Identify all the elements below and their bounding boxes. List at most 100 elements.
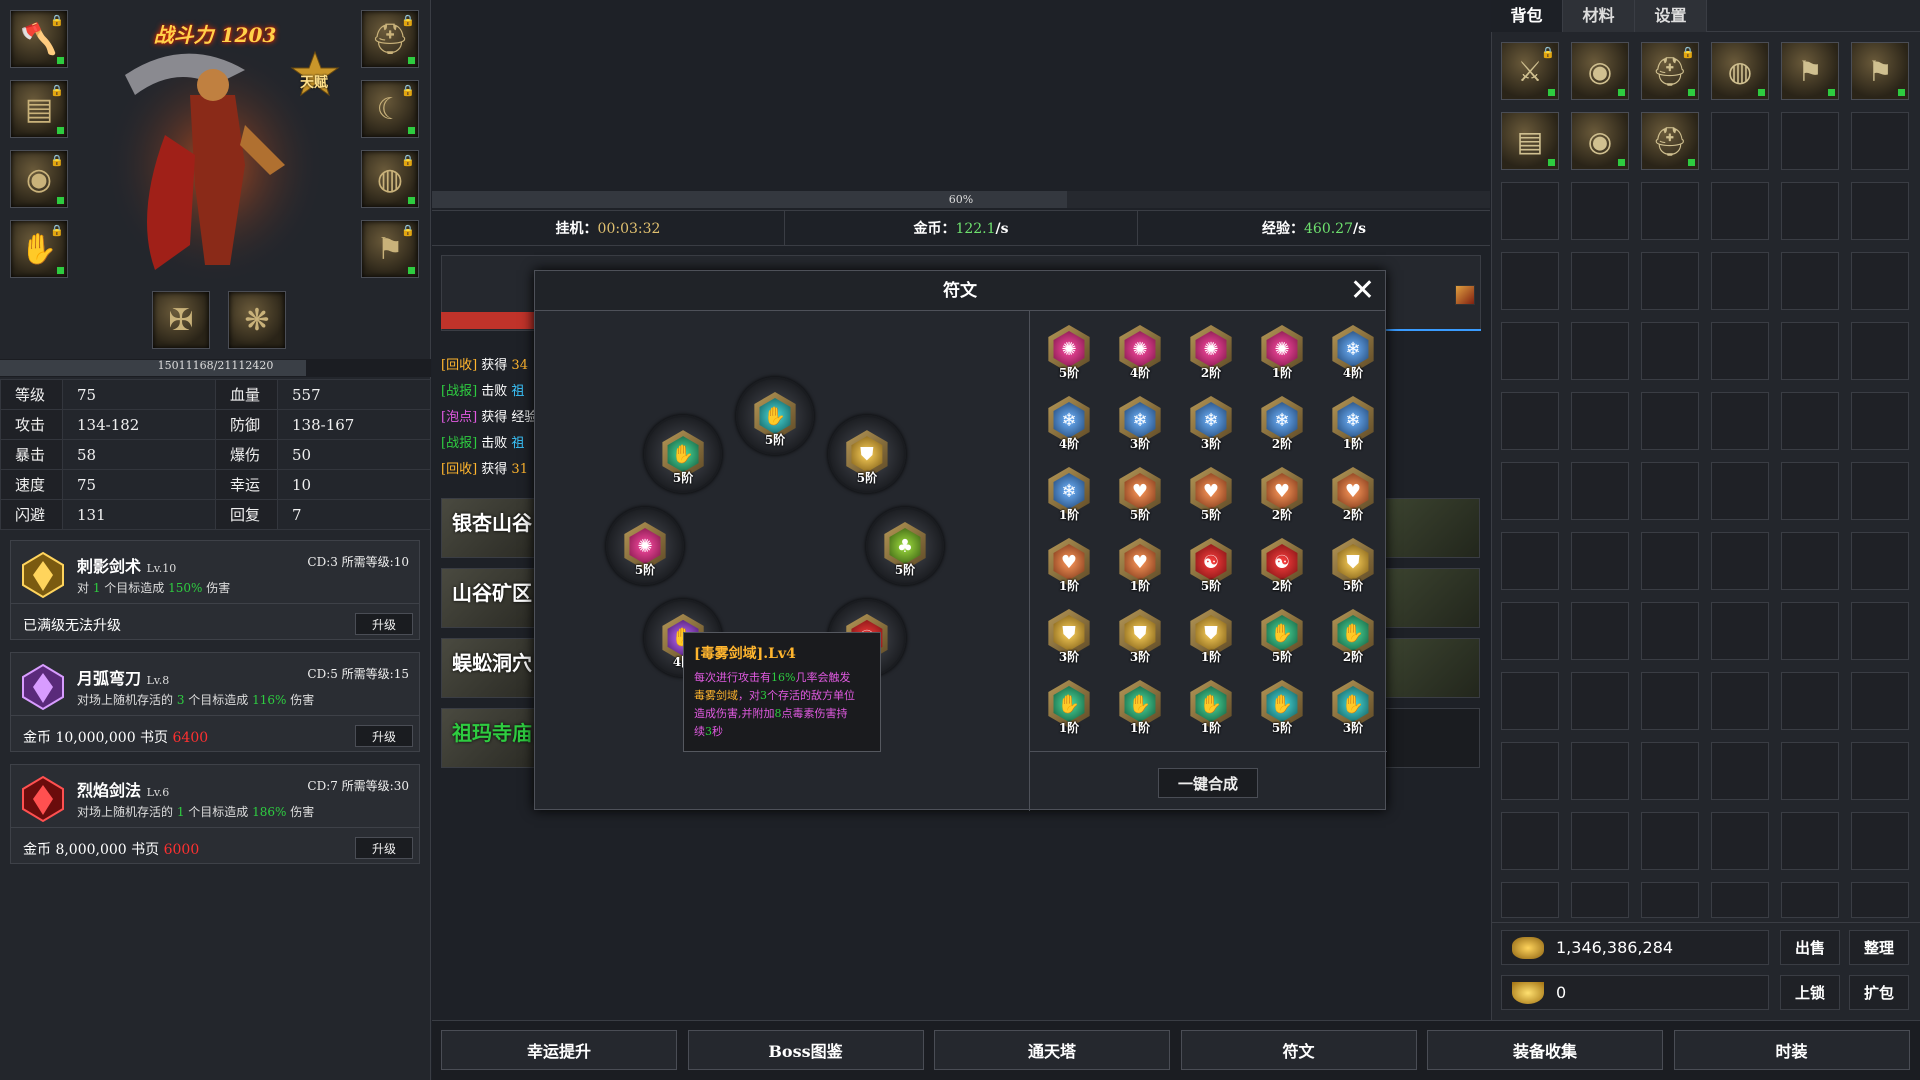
bag-slot[interactable]: [1781, 182, 1839, 240]
bag-slot[interactable]: ⚑: [1851, 42, 1909, 100]
bag-slot[interactable]: [1851, 812, 1909, 870]
bag-slot[interactable]: [1641, 322, 1699, 380]
bag-slot[interactable]: [1711, 112, 1769, 170]
lock-button[interactable]: 上锁: [1780, 975, 1840, 1010]
bag-slot[interactable]: [1571, 812, 1629, 870]
rune-item[interactable]: ☯5阶: [1185, 536, 1237, 593]
bag-slot[interactable]: [1711, 182, 1769, 240]
bag-slot[interactable]: [1781, 672, 1839, 730]
bag-slot[interactable]: [1571, 882, 1629, 918]
rune-item[interactable]: ✋5阶: [657, 428, 709, 485]
bag-tab[interactable]: 设置: [1635, 0, 1707, 32]
bag-slot[interactable]: [1711, 462, 1769, 520]
equipment-slot[interactable]: ❋: [228, 291, 286, 349]
bag-slot[interactable]: [1641, 672, 1699, 730]
bag-slot[interactable]: [1501, 252, 1559, 310]
rune-item[interactable]: ✋ 1阶: [1185, 678, 1237, 735]
bag-slot[interactable]: [1641, 392, 1699, 450]
nav-button[interactable]: 通天塔: [934, 1030, 1170, 1070]
bag-slot[interactable]: [1641, 252, 1699, 310]
bag-slot[interactable]: [1641, 812, 1699, 870]
bag-slot[interactable]: [1501, 672, 1559, 730]
bag-slot[interactable]: [1781, 392, 1839, 450]
nav-button[interactable]: Boss图鉴: [687, 1030, 924, 1070]
bag-slot[interactable]: [1711, 812, 1769, 870]
expand-bag-button[interactable]: 扩包: [1849, 975, 1909, 1010]
rune-item[interactable]: ❄ 1阶: [1043, 465, 1095, 522]
equipment-slot[interactable]: ⛑ 🔒: [361, 10, 419, 68]
bag-slot[interactable]: [1571, 602, 1629, 660]
sell-button[interactable]: 出售: [1780, 930, 1840, 965]
bag-slot[interactable]: [1501, 882, 1559, 918]
bag-slot[interactable]: [1851, 252, 1909, 310]
bag-slot[interactable]: [1711, 882, 1769, 918]
rune-item[interactable]: ✺ 4阶: [1114, 323, 1166, 380]
bag-slot[interactable]: [1851, 392, 1909, 450]
bag-slot[interactable]: [1851, 672, 1909, 730]
bag-slot[interactable]: [1501, 532, 1559, 590]
bag-slot[interactable]: [1501, 322, 1559, 380]
bag-slot[interactable]: [1711, 602, 1769, 660]
bag-slot[interactable]: [1781, 742, 1839, 800]
bag-slot[interactable]: [1641, 742, 1699, 800]
rune-item[interactable]: ⛊ 3阶: [1043, 607, 1095, 664]
bag-slot[interactable]: [1641, 602, 1699, 660]
bag-slot[interactable]: [1711, 532, 1769, 590]
bag-slot[interactable]: ◍: [1711, 42, 1769, 100]
rune-item[interactable]: ✋ 3阶: [1327, 678, 1379, 735]
bag-slot[interactable]: [1641, 532, 1699, 590]
rune-item[interactable]: ✋5阶: [1256, 678, 1308, 735]
map-location-button[interactable]: 银杏山谷: [441, 498, 541, 558]
nav-button[interactable]: 时装: [1673, 1030, 1910, 1070]
bag-slot[interactable]: [1501, 602, 1559, 660]
bag-slot[interactable]: ◉: [1571, 42, 1629, 100]
bag-slot[interactable]: [1781, 812, 1839, 870]
rune-item[interactable]: ❄ 3阶: [1114, 394, 1166, 451]
merge-all-button[interactable]: 一键合成: [1158, 768, 1258, 798]
bag-slot[interactable]: ⚔ 🔒: [1501, 42, 1559, 100]
rune-item[interactable]: ❄ 4阶: [1327, 323, 1379, 380]
bag-slot[interactable]: [1851, 462, 1909, 520]
equipment-slot[interactable]: ⚑ 🔒: [361, 220, 419, 278]
bag-slot[interactable]: [1781, 882, 1839, 918]
equipment-slot[interactable]: ◉ 🔒: [10, 150, 68, 208]
bag-slot[interactable]: ▤: [1501, 112, 1559, 170]
bag-slot[interactable]: [1711, 322, 1769, 380]
bag-slot[interactable]: [1851, 322, 1909, 380]
rune-item[interactable]: ⛊ 5阶: [1327, 536, 1379, 593]
bag-slot[interactable]: [1851, 112, 1909, 170]
bag-slot[interactable]: [1571, 322, 1629, 380]
rune-item[interactable]: ✋ 1阶: [1114, 678, 1166, 735]
bag-slot[interactable]: [1501, 812, 1559, 870]
equipment-slot[interactable]: ✋ 🔒: [10, 220, 68, 278]
nav-button[interactable]: 幸运提升: [441, 1030, 677, 1070]
rune-item[interactable]: ⛊ 5阶: [841, 428, 893, 485]
rune-item[interactable]: ✺ 2阶: [1185, 323, 1237, 380]
bag-slot[interactable]: [1851, 742, 1909, 800]
bag-slot[interactable]: [1711, 672, 1769, 730]
map-location-button[interactable]: 蜈蚣洞穴: [441, 638, 541, 698]
rune-item[interactable]: ♥ 1阶: [1043, 536, 1095, 593]
rune-item[interactable]: ❄ 3阶: [1185, 394, 1237, 451]
map-location-button[interactable]: 祖玛寺庙: [441, 708, 541, 768]
rune-item[interactable]: ❄ 4阶: [1043, 394, 1095, 451]
bag-slot[interactable]: [1571, 672, 1629, 730]
rune-item[interactable]: ♥ 1阶: [1114, 536, 1166, 593]
bag-slot[interactable]: [1501, 742, 1559, 800]
bag-slot[interactable]: [1571, 392, 1629, 450]
bag-slot[interactable]: [1781, 602, 1839, 660]
bag-slot[interactable]: [1711, 742, 1769, 800]
bag-slot[interactable]: ◉: [1571, 112, 1629, 170]
equipment-slot[interactable]: ☾ 🔒: [361, 80, 419, 138]
nav-button[interactable]: 符文: [1180, 1030, 1417, 1070]
rune-item[interactable]: ✋ 2阶: [1327, 607, 1379, 664]
bag-slot[interactable]: [1641, 882, 1699, 918]
bag-slot[interactable]: [1781, 532, 1839, 590]
bag-slot[interactable]: [1501, 462, 1559, 520]
bag-slot[interactable]: [1851, 532, 1909, 590]
bag-slot[interactable]: [1781, 112, 1839, 170]
rune-item[interactable]: ⛊ 3阶: [1114, 607, 1166, 664]
equipment-slot[interactable]: 🪓 🔒: [10, 10, 68, 68]
rune-item[interactable]: ♣ 5阶: [879, 520, 931, 577]
rune-item[interactable]: ♥ 5阶: [1185, 465, 1237, 522]
